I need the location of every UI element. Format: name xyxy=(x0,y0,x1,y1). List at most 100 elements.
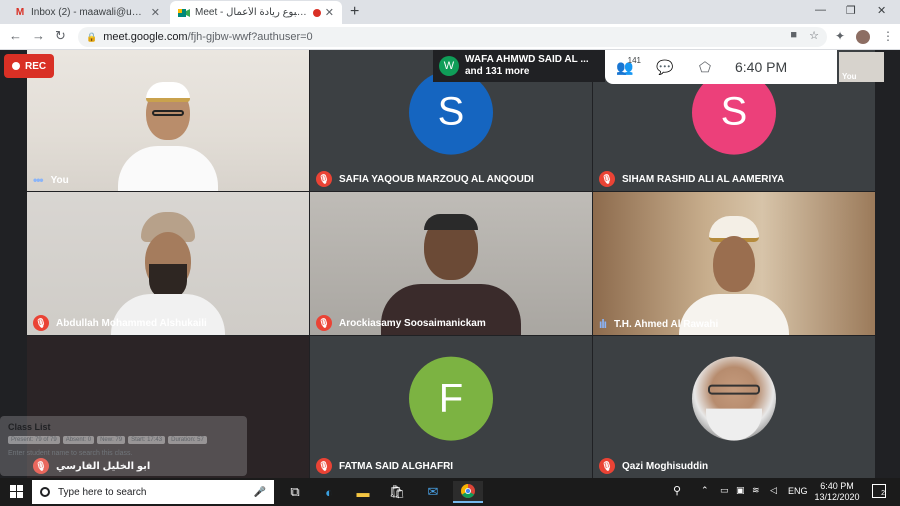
chevron-up-icon[interactable]: ⌃ xyxy=(701,485,709,496)
clock-date: 13/12/2020 xyxy=(814,492,860,502)
lock-icon: 🔒 xyxy=(86,31,98,42)
clock-time: 6:40 PM xyxy=(820,481,854,491)
meet-top-bar: 👥 141 💬 ⬠ 6:40 PM xyxy=(605,50,837,84)
microphone-icon[interactable]: 🎤 xyxy=(254,487,266,498)
participant-tile[interactable]: 🎙 Arockiasamy Soosaimanickam xyxy=(310,192,592,335)
participant-name: ••• You xyxy=(33,173,69,187)
participant-name: 🎙 Arockiasamy Soosaimanickam xyxy=(316,315,486,331)
tab-title: Inbox (2) - maawali@unizwa.edu xyxy=(31,7,147,18)
participant-avatar: S xyxy=(409,70,493,155)
windows-taskbar: Type here to search 🎤 ⧉ ◐ ▬ 🛍 ✉ ⚲ ⌃ ▭ ▣ … xyxy=(0,478,900,506)
url-host: meet.google.com xyxy=(103,31,188,43)
mic-off-icon: 🎙 xyxy=(599,171,615,187)
mic-off-icon: 🎙 xyxy=(316,171,332,187)
network-icon[interactable]: ▣ xyxy=(736,485,745,496)
meeting-clock: 6:40 PM xyxy=(735,59,788,75)
bookmark-star-icon[interactable]: ☆ xyxy=(809,29,819,42)
tab-meet[interactable]: Meet - ﺎﺗ أسبوع ريادة الأعمال ✕ xyxy=(170,1,342,24)
back-icon[interactable]: ← xyxy=(9,28,22,43)
stat-duration: Duration: 57 xyxy=(168,436,207,444)
gmail-icon: M xyxy=(15,7,25,18)
participant-name: ılı T.H. Ahmed Al Rawahi xyxy=(599,317,719,331)
tab-title: Meet - ﺎﺗ أسبوع ريادة الأعمال xyxy=(195,7,310,18)
audio-level-icon: ••• xyxy=(33,173,44,187)
meet-icon xyxy=(178,7,190,19)
forward-icon[interactable]: → xyxy=(32,28,45,43)
participant-tile[interactable]: F 🎙 FATMA SAID ALGHAFRI xyxy=(310,336,592,478)
class-list-stats: Present: 79 of 79 Absent: 0 New: 79 Star… xyxy=(8,436,207,444)
file-explorer-icon[interactable]: ▬ xyxy=(348,481,378,503)
notification-center-icon[interactable]: 2 xyxy=(872,484,886,498)
recording-badge: REC xyxy=(4,54,55,78)
camera-permission-icon[interactable]: ■ xyxy=(790,29,797,41)
mic-off-icon: 🎙 xyxy=(316,315,332,331)
join-notification: W WAFA AHMWD SAID AL ... and 131 more xyxy=(433,50,605,82)
activities-icon[interactable]: ⬠ xyxy=(685,59,725,76)
taskbar-search[interactable]: Type here to search 🎤 xyxy=(32,480,274,504)
battery-icon[interactable]: ▭ xyxy=(720,485,729,496)
participant-photo xyxy=(692,356,776,441)
task-view-icon[interactable]: ⧉ xyxy=(280,481,310,503)
minimize-icon[interactable]: — xyxy=(815,4,826,16)
record-dot-icon xyxy=(12,62,20,70)
language-indicator[interactable]: ENG xyxy=(788,486,808,496)
profile-avatar-icon[interactable] xyxy=(856,30,870,44)
menu-kebab-icon[interactable]: ⋮ xyxy=(882,29,894,43)
windows-start-icon[interactable] xyxy=(10,485,23,498)
search-icon xyxy=(40,487,50,497)
maximize-icon[interactable]: ❐ xyxy=(846,4,856,17)
notification-line2: and 131 more xyxy=(465,66,530,77)
notification-avatar: W xyxy=(439,56,459,76)
participant-name: 🎙 SIHAM RASHID ALI AL AAMERIYA xyxy=(599,171,784,187)
self-view-label: You xyxy=(842,72,857,81)
tab-gmail[interactable]: M Inbox (2) - maawali@unizwa.edu ✕ xyxy=(6,1,168,24)
people-button[interactable]: 👥 141 xyxy=(605,55,645,76)
extensions-icon[interactable]: ✦ xyxy=(835,29,845,43)
address-bar[interactable]: 🔒 meet.google.com /fjh-gjbw-wwf?authuser… xyxy=(78,27,827,47)
participant-tile[interactable]: 🎙 Qazi Moghisuddin xyxy=(593,336,875,478)
self-view-thumbnail[interactable]: You xyxy=(839,52,884,82)
participant-name: 🎙 Abdullah Mohammed Alshukaili xyxy=(33,315,207,331)
taskbar-clock[interactable]: 6:40 PM 13/12/2020 xyxy=(812,481,862,503)
search-placeholder: Type here to search xyxy=(58,486,147,498)
recording-indicator-icon xyxy=(312,8,321,17)
class-list-title[interactable]: Class List xyxy=(8,422,51,432)
close-icon[interactable]: ✕ xyxy=(151,6,160,19)
reload-icon[interactable]: ↻ xyxy=(55,28,66,44)
stat-new: New: 79 xyxy=(97,436,126,444)
participant-name: 🎙 Qazi Moghisuddin xyxy=(599,458,708,474)
stat-present: Present: 79 of 79 xyxy=(8,436,60,444)
browser-toolbar: ← → ↻ 🔒 meet.google.com /fjh-gjbw-wwf?au… xyxy=(0,24,900,50)
mic-off-icon: 🎙 xyxy=(316,458,332,474)
participant-video xyxy=(108,82,228,191)
new-tab-button[interactable]: + xyxy=(350,3,359,21)
stat-start: Start: 17:43 xyxy=(128,436,166,444)
mic-off-icon: 🎙 xyxy=(599,458,615,474)
notification-line1: WAFA AHMWD SAID AL ... xyxy=(465,54,589,65)
participant-tile[interactable]: 🎙 Abdullah Mohammed Alshukaili xyxy=(27,192,309,335)
participant-tile-you[interactable]: ••• You xyxy=(27,50,309,191)
browser-tab-strip: M Inbox (2) - maawali@unizwa.edu ✕ Meet … xyxy=(0,0,900,24)
class-list-search[interactable]: Enter student name to search this class. xyxy=(8,450,133,457)
class-list-overlay: Class List Present: 79 of 79 Absent: 0 N… xyxy=(0,416,247,476)
participant-count: 141 xyxy=(627,55,641,65)
people-tray-icon[interactable]: ⚲ xyxy=(673,484,681,497)
close-icon[interactable]: ✕ xyxy=(325,6,334,19)
stat-absent: Absent: 0 xyxy=(62,436,95,444)
participant-name: 🎙 FATMA SAID ALGHAFRI xyxy=(316,458,453,474)
mail-icon[interactable]: ✉ xyxy=(418,481,448,503)
close-window-icon[interactable]: ✕ xyxy=(877,4,886,17)
chrome-icon[interactable] xyxy=(453,481,483,503)
mic-off-icon: 🎙 xyxy=(33,315,49,331)
audio-level-icon: ılı xyxy=(599,317,607,331)
wifi-icon[interactable]: ≋ xyxy=(752,485,760,496)
participant-tile[interactable]: ılı T.H. Ahmed Al Rawahi xyxy=(593,192,875,335)
chat-icon[interactable]: 💬 xyxy=(645,59,685,76)
edge-icon[interactable]: ◐ xyxy=(314,481,344,503)
store-icon[interactable]: 🛍 xyxy=(382,481,412,503)
participant-name: 🎙 SAFIA YAQOUB MARZOUQ AL ANQOUDI xyxy=(316,171,534,187)
participant-avatar: F xyxy=(409,356,493,441)
meet-stage: ••• You S 🎙 SAFIA YAQOUB MARZOUQ AL ANQO… xyxy=(0,50,900,478)
url-path: /fjh-gjbw-wwf?authuser=0 xyxy=(187,31,313,43)
volume-icon[interactable]: ◁ xyxy=(770,485,777,496)
